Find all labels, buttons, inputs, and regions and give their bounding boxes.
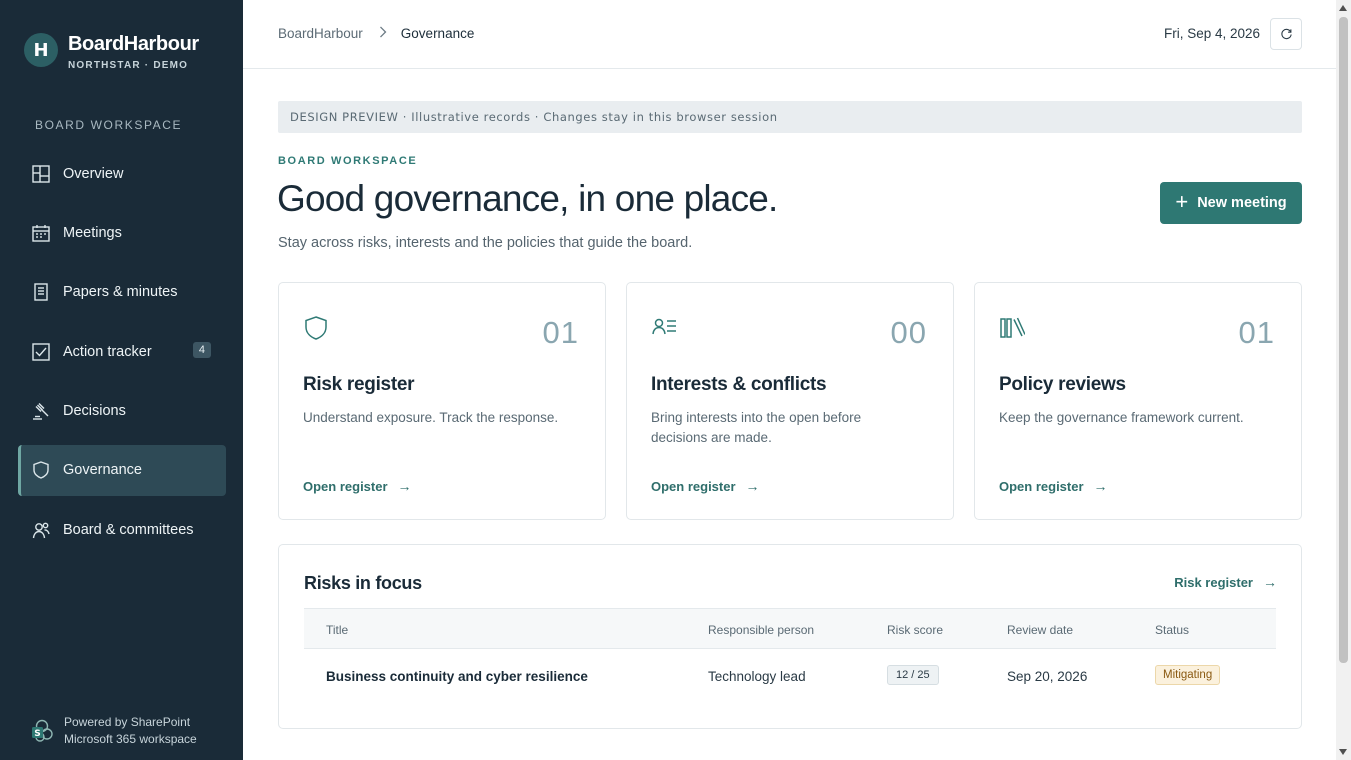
- card-count: 01: [542, 315, 579, 350]
- risk-review-date: Sep 20, 2026: [1007, 669, 1088, 684]
- layout-icon: [32, 164, 50, 183]
- document-icon: [32, 283, 50, 301]
- person-list-icon: [651, 315, 677, 341]
- table-row[interactable]: Business continuity and cyber resilience…: [304, 649, 1276, 705]
- sidebar: H BoardHarbour NORTHSTAR · DEMO BOARD WO…: [0, 0, 243, 760]
- column-header-responsible: Responsible person: [708, 623, 815, 637]
- card-count: 01: [1238, 315, 1275, 350]
- governance-cards: 01 Risk register Understand exposure. Tr…: [278, 282, 1302, 520]
- books-icon: [999, 315, 1026, 341]
- card-interests-conflicts: 00 Interests & conflicts Bring interests…: [626, 282, 954, 520]
- arrow-right-icon: →: [397, 478, 412, 494]
- brand[interactable]: H BoardHarbour NORTHSTAR · DEMO: [24, 32, 199, 71]
- sidebar-item-label: Governance: [63, 462, 142, 479]
- open-register-link[interactable]: Open register →: [651, 478, 760, 494]
- shield-icon: [303, 315, 329, 341]
- new-meeting-label: New meeting: [1197, 195, 1287, 211]
- sidebar-item-papers[interactable]: Papers & minutes: [18, 267, 226, 318]
- risk-register-link[interactable]: Risk register →: [1174, 574, 1277, 590]
- people-icon: [32, 521, 50, 539]
- sidebar-item-overview[interactable]: Overview: [18, 148, 226, 199]
- footer-line-1: Powered by SharePoint: [64, 715, 191, 729]
- risk-score-badge: 12 / 25: [887, 665, 939, 685]
- panel-title: Risks in focus: [304, 573, 422, 593]
- arrow-right-icon: →: [1093, 478, 1108, 494]
- refresh-button[interactable]: [1270, 18, 1302, 50]
- sidebar-item-action-tracker[interactable]: Action tracker 4: [18, 326, 226, 377]
- sidebar-item-label: Action tracker: [63, 343, 152, 360]
- arrow-right-icon: →: [1263, 574, 1277, 590]
- sidebar-item-label: Decisions: [63, 403, 126, 420]
- sidebar-item-label: Papers & minutes: [63, 284, 178, 301]
- link-label: Open register: [651, 478, 736, 494]
- page-eyebrow: BOARD WORKSPACE: [278, 155, 418, 167]
- card-title: Interests & conflicts: [651, 374, 827, 395]
- card-title: Risk register: [303, 374, 415, 395]
- column-header-review-date: Review date: [1007, 623, 1074, 637]
- page-subtitle: Stay across risks, interests and the pol…: [278, 235, 693, 251]
- sharepoint-footer: S Powered by SharePoint Microsoft 365 wo…: [30, 714, 197, 748]
- shield-icon: [32, 461, 50, 480]
- card-description: Keep the governance framework current.: [999, 410, 1244, 425]
- card-description: Bring interests into the open before dec…: [651, 410, 862, 445]
- arrow-right-icon: →: [745, 478, 760, 494]
- link-label: Open register: [999, 478, 1084, 494]
- svg-text:S: S: [34, 729, 40, 739]
- risks-table: Title Responsible person Risk score Revi…: [304, 608, 1276, 705]
- sidebar-item-label: Meetings: [63, 224, 122, 241]
- sidebar-item-governance[interactable]: Governance: [18, 444, 226, 496]
- scroll-up-arrow[interactable]: [1339, 5, 1347, 11]
- sidebar-item-decisions[interactable]: Decisions: [18, 386, 226, 437]
- page-title: Good governance, in one place.: [277, 178, 778, 219]
- refresh-icon: [1280, 28, 1292, 39]
- gavel-icon: [32, 402, 50, 420]
- checkbox-icon: [32, 342, 50, 361]
- new-meeting-button[interactable]: + New meeting: [1160, 182, 1302, 224]
- scroll-down-arrow[interactable]: [1339, 749, 1347, 755]
- risks-in-focus-panel: Risks in focus Risk register → Title Res…: [278, 544, 1302, 729]
- chevron-right-icon: [379, 26, 387, 41]
- brand-name: BoardHarbour: [68, 33, 199, 55]
- count-badge: 4: [192, 342, 211, 359]
- card-title: Policy reviews: [999, 374, 1126, 395]
- sidebar-item-label: Board & committees: [63, 521, 194, 538]
- column-header-title: Title: [326, 623, 349, 637]
- scroll-thumb[interactable]: [1339, 17, 1348, 663]
- top-bar: BoardHarbour Governance Fri, Sep 4, 2026: [243, 0, 1336, 69]
- link-label: Open register: [303, 478, 388, 494]
- sharepoint-icon: S: [32, 719, 53, 742]
- calendar-icon: [32, 224, 50, 242]
- card-policy-reviews: 01 Policy reviews Keep the governance fr…: [974, 282, 1302, 520]
- open-register-link[interactable]: Open register →: [999, 478, 1108, 494]
- sidebar-item-label: Overview: [63, 165, 124, 182]
- card-count: 00: [890, 315, 927, 350]
- column-header-status: Status: [1155, 623, 1190, 637]
- brand-logo: H: [24, 33, 58, 67]
- current-date: Fri, Sep 4, 2026: [1164, 26, 1261, 41]
- link-label: Risk register: [1174, 574, 1253, 590]
- footer-line-2: Microsoft 365 workspace: [64, 732, 197, 746]
- risk-title[interactable]: Business continuity and cyber resilience: [326, 669, 588, 684]
- breadcrumb-root[interactable]: BoardHarbour: [278, 26, 363, 41]
- brand-subtitle: NORTHSTAR · DEMO: [68, 60, 189, 71]
- breadcrumb-current: Governance: [400, 26, 475, 41]
- column-header-score: Risk score: [887, 623, 944, 637]
- status-badge: Mitigating: [1155, 665, 1221, 685]
- plus-icon: +: [1175, 189, 1189, 214]
- open-register-link[interactable]: Open register →: [303, 478, 412, 494]
- table-header: Title Responsible person Risk score Revi…: [304, 608, 1276, 649]
- sidebar-item-meetings[interactable]: Meetings: [18, 207, 226, 258]
- card-description: Understand exposure. Track the response.: [303, 410, 559, 425]
- card-risk-register: 01 Risk register Understand exposure. Tr…: [278, 282, 606, 520]
- sidebar-nav: Overview Meetings Papers & minutes Actio…: [18, 148, 226, 564]
- design-preview-banner: DESIGN PREVIEW · Illustrative records · …: [278, 101, 1302, 133]
- vertical-scrollbar[interactable]: [1336, 0, 1351, 760]
- breadcrumb: BoardHarbour Governance: [278, 26, 474, 41]
- risk-responsible: Technology lead: [708, 669, 806, 684]
- nav-heading: BOARD WORKSPACE: [35, 118, 183, 132]
- sidebar-item-board-committees[interactable]: Board & committees: [18, 504, 226, 555]
